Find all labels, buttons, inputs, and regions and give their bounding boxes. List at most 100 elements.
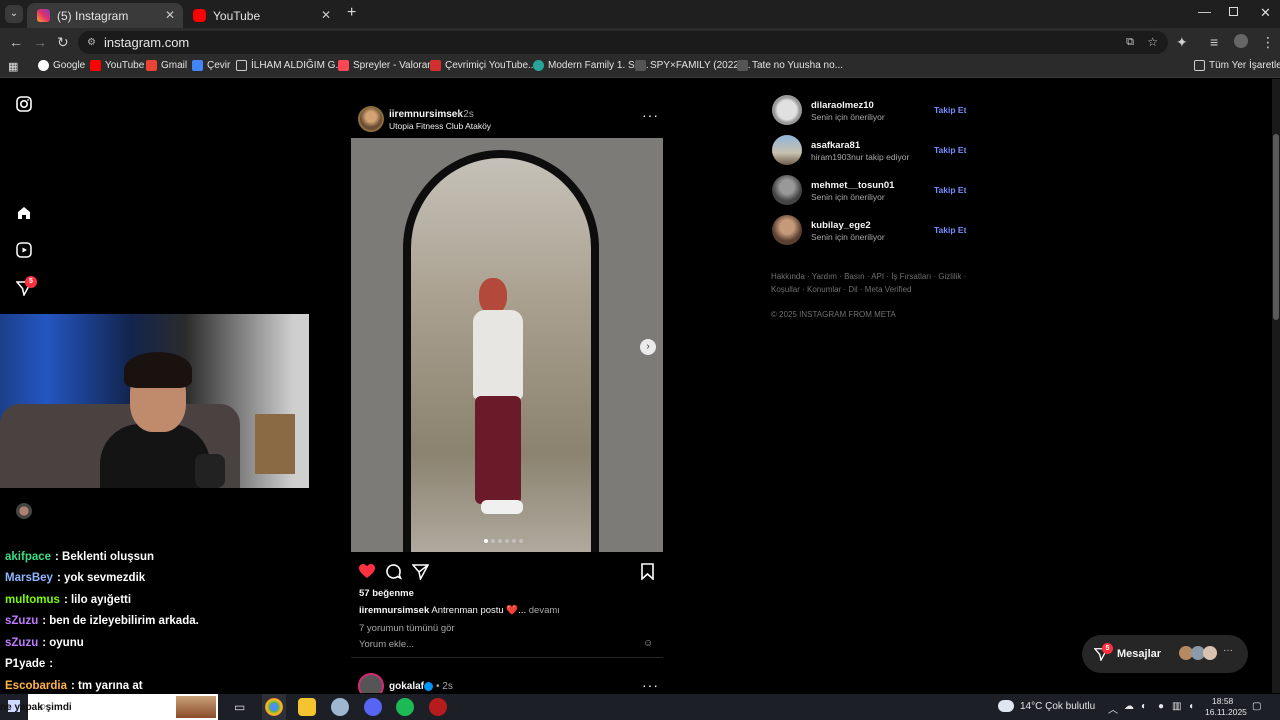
suggestion-username[interactable]: kubilay_ege2 [811, 220, 871, 231]
bookmark-spy-family[interactable]: SPY×FAMILY (2022)... [635, 60, 751, 71]
forward-arrow-icon[interactable]: → [33, 34, 47, 50]
bookmark-gmail[interactable]: Gmail [146, 60, 187, 71]
minimize-window-button[interactable]: — [1198, 4, 1211, 19]
next-post-avatar[interactable] [358, 673, 384, 693]
bookmark-youtube[interactable]: YouTube [90, 60, 144, 71]
discord-taskbar-icon[interactable] [364, 698, 382, 716]
restore-window-button[interactable] [1229, 7, 1238, 16]
back-arrow-icon[interactable]: ← [9, 34, 23, 50]
suggestion-avatar[interactable] [772, 135, 802, 165]
suggestion-avatar[interactable] [772, 175, 802, 205]
apps-grid-icon[interactable]: ▦ [8, 60, 18, 73]
bookmark-modern-family[interactable]: Modern Family 1. Se... [533, 60, 649, 71]
instagram-logo-icon[interactable] [16, 96, 32, 112]
app-taskbar-icon[interactable] [331, 698, 349, 716]
chat-username[interactable]: P1yade [5, 658, 45, 670]
reload-icon[interactable]: ↻ [57, 34, 69, 51]
footer-links-line2[interactable]: Koşullar · Konumlar · Dil · Meta Verifie… [771, 285, 912, 294]
network-icon[interactable]: ▥ [1172, 701, 1181, 712]
emoji-picker-icon[interactable]: ☺ [643, 638, 653, 649]
post-author-avatar[interactable] [358, 106, 384, 132]
save-bookmark-icon[interactable] [640, 563, 655, 580]
bookmark-folder-ilham[interactable]: İLHAM ALDIĞIM G... [236, 60, 344, 71]
bookmark-cevrimici-youtube[interactable]: Çevrimiçi YouTube... [430, 60, 536, 71]
comment-icon[interactable] [385, 563, 402, 580]
bookmark-star-icon[interactable]: ☆ [1147, 31, 1158, 54]
suggestion-avatar[interactable] [772, 215, 802, 245]
browser-menu-icon[interactable]: ⋮ [1261, 34, 1275, 51]
chat-username[interactable]: MarsBey [5, 572, 53, 584]
scrollbar-thumb[interactable] [1273, 134, 1279, 320]
follow-button[interactable]: Takip Et [934, 225, 966, 235]
onedrive-icon[interactable]: ☁ [1124, 701, 1134, 712]
caption-more-link[interactable]: devamı [529, 605, 560, 616]
profile-avatar-icon[interactable] [1234, 34, 1248, 48]
chat-username[interactable]: sZuzu [5, 637, 38, 649]
close-tab-icon[interactable]: ✕ [321, 8, 331, 22]
close-tab-icon[interactable]: ✕ [165, 8, 175, 22]
next-post-username[interactable]: gokalaf [389, 681, 424, 692]
suggestion-username[interactable]: asafkara81 [811, 140, 860, 151]
extensions-icon[interactable]: ✦ [1176, 34, 1188, 51]
post-author-username[interactable]: iiremnursimsek [389, 109, 463, 120]
tab-instagram[interactable]: (5) Instagram ✕ [27, 3, 183, 28]
likes-count[interactable]: 57 beğenme [359, 588, 414, 599]
chat-username[interactable]: akifpace [5, 551, 51, 563]
app-taskbar-icon-red[interactable] [429, 698, 447, 716]
chat-username[interactable]: sZuzu [5, 615, 38, 627]
tray-app-icon[interactable]: ◐ [1141, 701, 1147, 712]
spotify-taskbar-icon[interactable] [396, 698, 414, 716]
post-options-icon[interactable]: ··· [642, 107, 659, 123]
bookmark-google[interactable]: Google [38, 60, 85, 71]
like-heart-icon[interactable] [358, 563, 376, 579]
translate-icon [192, 60, 203, 71]
bookmark-tate-no-yuusha[interactable]: Tate no Yuusha no... [737, 60, 843, 71]
tab-youtube[interactable]: YouTube ✕ [183, 3, 339, 28]
site-icon [737, 60, 748, 71]
weather-icon[interactable] [998, 700, 1014, 712]
share-icon[interactable] [412, 563, 429, 580]
suggestion-username[interactable]: mehmet__tosun01 [811, 180, 894, 191]
all-bookmarks-folder[interactable]: Tüm Yer İşaretleri [1194, 60, 1280, 71]
post-image[interactable]: › [351, 138, 663, 552]
close-window-button[interactable]: ✕ [1260, 5, 1271, 21]
volume-icon[interactable]: ◖ [1188, 701, 1194, 712]
site-info-icon[interactable]: ⚙ [87, 31, 96, 54]
next-post-options-icon[interactable]: ··· [642, 677, 659, 693]
home-icon[interactable] [16, 205, 32, 221]
microphone-icon[interactable]: ● [1158, 701, 1164, 712]
post-location[interactable]: Utopia Fitness Club Ataköy [389, 121, 491, 131]
new-tab-button[interactable]: + [347, 4, 356, 22]
notification-center-icon[interactable]: ▢ [1252, 701, 1261, 712]
reels-icon[interactable] [16, 242, 32, 258]
suggestion-item: kubilay_ege2 Senin için öneriliyor Takip… [772, 215, 972, 247]
follow-button[interactable]: Takip Et [934, 185, 966, 195]
chat-username[interactable]: Escobardia [5, 680, 67, 692]
suggestion-username[interactable]: dilaraolmez10 [811, 100, 874, 111]
caption-username[interactable]: iiremnursimsek [359, 605, 429, 616]
tab-search-button[interactable]: ⌄ [5, 5, 23, 23]
page-scrollbar[interactable] [1272, 79, 1280, 693]
bookmark-cevir[interactable]: Çevir [192, 60, 230, 71]
address-bar[interactable]: ⚙ instagram.com ⧉ ☆ [78, 31, 1168, 54]
install-app-icon[interactable]: ⧉ [1126, 31, 1134, 54]
suggestion-avatar[interactable] [772, 95, 802, 125]
file-explorer-icon[interactable] [298, 698, 316, 716]
follow-button[interactable]: Takip Et [934, 105, 966, 115]
tray-expand-icon[interactable]: ︿ [1108, 701, 1118, 716]
view-all-comments-link[interactable]: 7 yorumun tümünü gör [359, 623, 455, 634]
chat-username[interactable]: multomus [5, 594, 60, 606]
clock-date[interactable]: 16.11.2025 [1205, 707, 1247, 717]
weather-text[interactable]: 14°C Çok bulutlu [1020, 701, 1095, 712]
follow-button[interactable]: Takip Et [934, 145, 966, 155]
task-view-icon[interactable]: ▭ [234, 700, 245, 714]
carousel-next-icon[interactable]: › [640, 339, 656, 355]
taskbar-search-box[interactable]: ⌕ ne yapak şimdi [0, 694, 218, 720]
comment-input[interactable]: Yorum ekle... [359, 639, 659, 650]
bookmark-spreyler[interactable]: Spreyler - Valorant [338, 60, 436, 71]
footer-links-line1[interactable]: Hakkında · Yardım · Basın · API · İş Fır… [771, 272, 966, 281]
clock-time[interactable]: 18:58 [1212, 696, 1233, 706]
browser-tab-bar: ⌄ (5) Instagram ✕ YouTube ✕ + — ✕ [0, 0, 1280, 28]
media-controls-icon[interactable]: ≡ [1210, 34, 1218, 50]
messages-button[interactable]: 5 Mesajlar ··· [1082, 635, 1248, 673]
